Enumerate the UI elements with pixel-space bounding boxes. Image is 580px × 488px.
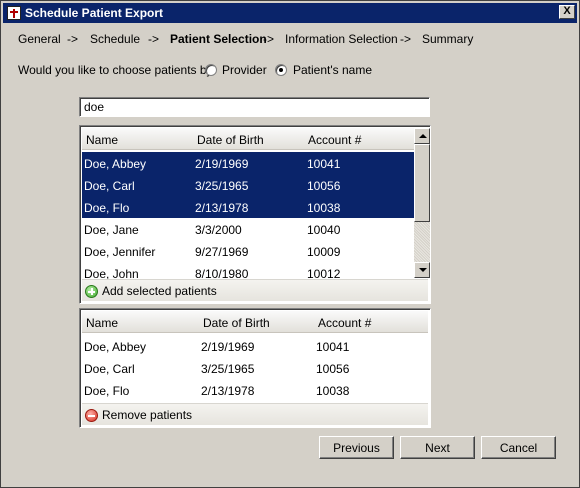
previous-button[interactable]: Previous [319,436,394,459]
step-patient-selection: Patient Selection [170,32,267,46]
table-row[interactable]: Doe, Carl 3/25/1965 10056 [82,174,414,196]
step-arrow: -> [400,32,412,46]
row-name: Doe, Abbey [84,157,147,171]
step-schedule: Schedule [90,32,141,46]
remove-patients-button[interactable]: Remove patients [85,407,192,423]
selected-rows: Doe, Abbey 2/19/1969 10041 Doe, Carl 3/2… [82,335,428,401]
patient-name-radio-label[interactable]: Patient's name [293,63,372,77]
row-dob: 2/13/1978 [201,384,255,398]
step-general: General [18,32,61,46]
row-account: 10056 [307,179,341,193]
dialog-window: Schedule Patient Export X General -> Sch… [0,0,580,488]
row-account: 10009 [307,245,341,259]
table-row[interactable]: Doe, Jennifer 9/27/1969 10009 [82,240,414,262]
app-cross-icon [7,6,21,20]
remove-action-bar: Remove patients [82,403,428,425]
column-header-account[interactable]: Account # [318,316,371,330]
row-account: 10056 [316,362,350,376]
table-row[interactable]: Doe, Jane 3/3/2000 10040 [82,218,414,240]
row-dob: 3/25/1965 [201,362,255,376]
row-account: 10040 [307,223,341,237]
table-row[interactable]: Doe, Abbey 2/19/1969 10041 [82,152,414,174]
close-button[interactable]: X [559,5,575,19]
row-dob: 9/27/1969 [195,245,249,259]
row-dob: 3/3/2000 [195,223,242,237]
column-header-name[interactable]: Name [86,316,118,330]
row-dob: 2/19/1969 [201,340,255,354]
add-selected-patients-button[interactable]: Add selected patients [85,283,217,299]
scroll-thumb[interactable] [414,144,430,222]
next-button[interactable]: Next [400,436,475,459]
search-results-list: Name Date of Birth Account # Doe, Abbey … [79,125,431,304]
row-name: Doe, Jennifer [84,245,156,259]
step-arrow: -> [263,32,275,46]
step-information-selection: Information Selection [285,32,398,46]
remove-icon [85,408,98,422]
add-selected-label: Add selected patients [102,284,217,298]
row-name: Doe, Abbey [84,340,147,354]
row-name: Doe, Jane [84,223,139,237]
table-row[interactable]: Doe, Carl 3/25/1965 10056 [82,357,428,379]
row-account: 10038 [307,201,341,215]
step-arrow: -> [148,32,160,46]
row-dob: 2/13/1978 [195,201,249,215]
column-header-account[interactable]: Account # [308,133,361,147]
patient-search-input[interactable] [79,97,430,117]
table-row[interactable]: Doe, Flo 2/13/1978 10038 [82,196,414,218]
scroll-down-button[interactable] [414,262,430,278]
choose-by-label: Would you like to choose patients by: [18,63,216,77]
selected-header: Name Date of Birth Account # [82,311,428,333]
row-account: 10041 [307,157,341,171]
provider-radio[interactable] [205,64,217,76]
step-arrow: -> [67,32,79,46]
title-bar: Schedule Patient Export X [3,3,577,23]
add-action-bar: Add selected patients [82,279,428,301]
row-account: 10041 [316,340,350,354]
cancel-button[interactable]: Cancel [481,436,556,459]
step-summary: Summary [422,32,474,46]
results-header: Name Date of Birth Account # [82,128,414,150]
row-dob: 3/25/1965 [195,179,249,193]
patient-name-radio[interactable] [275,64,287,76]
row-account: 10038 [316,384,350,398]
table-row[interactable]: Doe, Abbey 2/19/1969 10041 [82,335,428,357]
results-scrollbar[interactable] [414,128,430,278]
provider-radio-label[interactable]: Provider [222,63,267,77]
scroll-up-button[interactable] [414,128,430,144]
choose-by-row: Would you like to choose patients by: Pr… [18,63,518,79]
window-title: Schedule Patient Export [25,6,164,20]
column-header-dob[interactable]: Date of Birth [203,316,270,330]
row-name: Doe, Carl [84,362,135,376]
row-name: Doe, Flo [84,384,130,398]
table-row[interactable]: Doe, Flo 2/13/1978 10038 [82,379,428,401]
wizard-steps: General -> Schedule -> Patient Selection… [18,32,568,48]
selected-patients-list: Name Date of Birth Account # Doe, Abbey … [79,308,431,428]
row-dob: 2/19/1969 [195,157,249,171]
column-header-name[interactable]: Name [86,133,118,147]
row-name: Doe, Carl [84,179,135,193]
column-header-dob[interactable]: Date of Birth [197,133,264,147]
add-icon [85,284,98,298]
remove-patients-label: Remove patients [102,408,193,422]
row-name: Doe, Flo [84,201,130,215]
